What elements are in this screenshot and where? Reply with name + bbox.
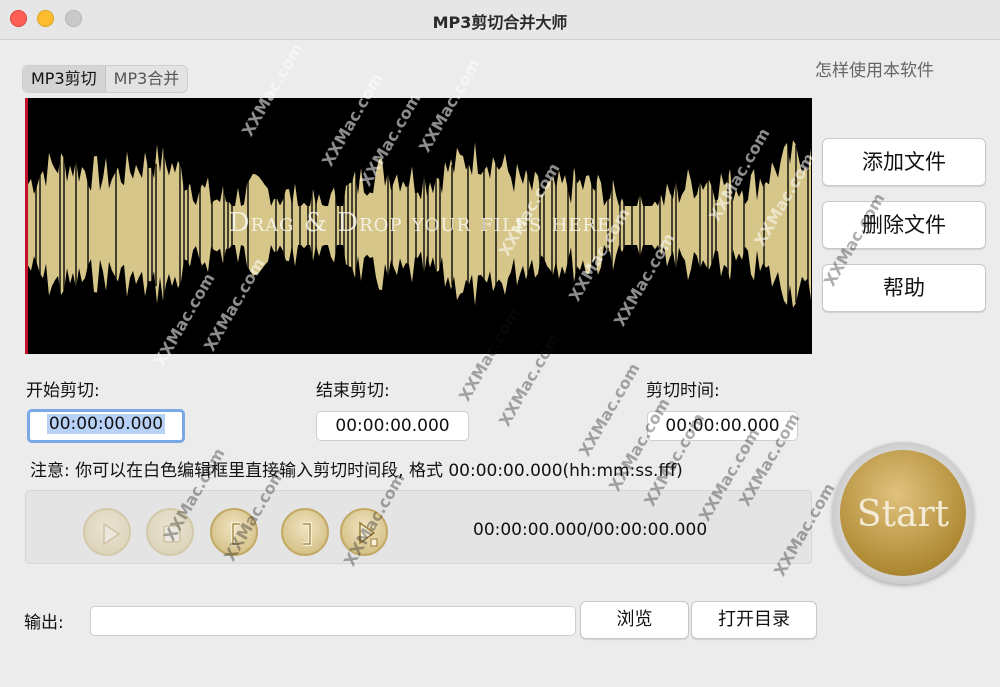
start-button-label: Start xyxy=(856,494,950,535)
start-time-value: 00:00:00.000 xyxy=(46,414,166,434)
play-selection-button[interactable] xyxy=(340,508,388,556)
help-button[interactable]: 帮助 xyxy=(822,264,986,312)
format-note: 注意: 你可以在白色编辑框里直接输入剪切时间段, 格式 00:00:00.000… xyxy=(30,461,683,481)
mode-tabs: MP3剪切 MP3合并 xyxy=(22,65,189,93)
tab-mp3-cut[interactable]: MP3剪切 xyxy=(23,66,106,92)
start-button-face: Start xyxy=(840,450,966,576)
title-bar: MP3剪切合并大师 xyxy=(0,0,1000,40)
stop-icon xyxy=(163,525,181,543)
window-title: MP3剪切合并大师 xyxy=(432,13,568,32)
set-end-button[interactable] xyxy=(281,508,329,556)
play-selection-icon xyxy=(359,521,378,547)
watermark-text: XXMac.com xyxy=(575,359,644,460)
end-cut-label: 结束剪切: xyxy=(316,381,390,401)
start-button[interactable]: Start xyxy=(832,442,974,584)
stop-button[interactable] xyxy=(146,508,194,556)
player-panel: 00:00:00.000/00:00:00.000 xyxy=(25,490,812,564)
open-directory-button[interactable]: 打开目录 xyxy=(691,601,817,639)
cut-duration-input[interactable]: 00:00:00.000 xyxy=(647,411,798,441)
playback-time-display: 00:00:00.000/00:00:00.000 xyxy=(473,520,708,540)
waveform-drop-area[interactable]: Drag & Drop your files here xyxy=(25,98,812,354)
cut-duration-label: 剪切时间: xyxy=(646,381,720,401)
delete-file-button[interactable]: 删除文件 xyxy=(822,201,986,249)
how-to-use-link[interactable]: 怎样使用本软件 xyxy=(815,56,934,81)
end-time-input[interactable]: 00:00:00.000 xyxy=(316,411,469,441)
start-cut-label: 开始剪切: xyxy=(26,381,100,401)
app-window: MP3剪切合并大师 MP3剪切 MP3合并 怎样使用本软件 Drag & Dro… xyxy=(0,0,1000,687)
add-file-button[interactable]: 添加文件 xyxy=(822,138,986,186)
output-label: 输出: xyxy=(24,613,64,633)
output-path-field[interactable] xyxy=(90,606,576,636)
set-start-button[interactable] xyxy=(210,508,258,556)
play-icon xyxy=(103,522,121,546)
browse-button[interactable]: 浏览 xyxy=(580,601,689,639)
set-end-icon xyxy=(303,522,312,546)
start-time-input[interactable]: 00:00:00.000 xyxy=(27,409,185,443)
drop-files-hint: Drag & Drop your files here xyxy=(228,208,612,238)
play-button[interactable] xyxy=(83,508,131,556)
tab-mp3-merge[interactable]: MP3合并 xyxy=(106,66,188,92)
set-start-icon xyxy=(231,522,240,546)
